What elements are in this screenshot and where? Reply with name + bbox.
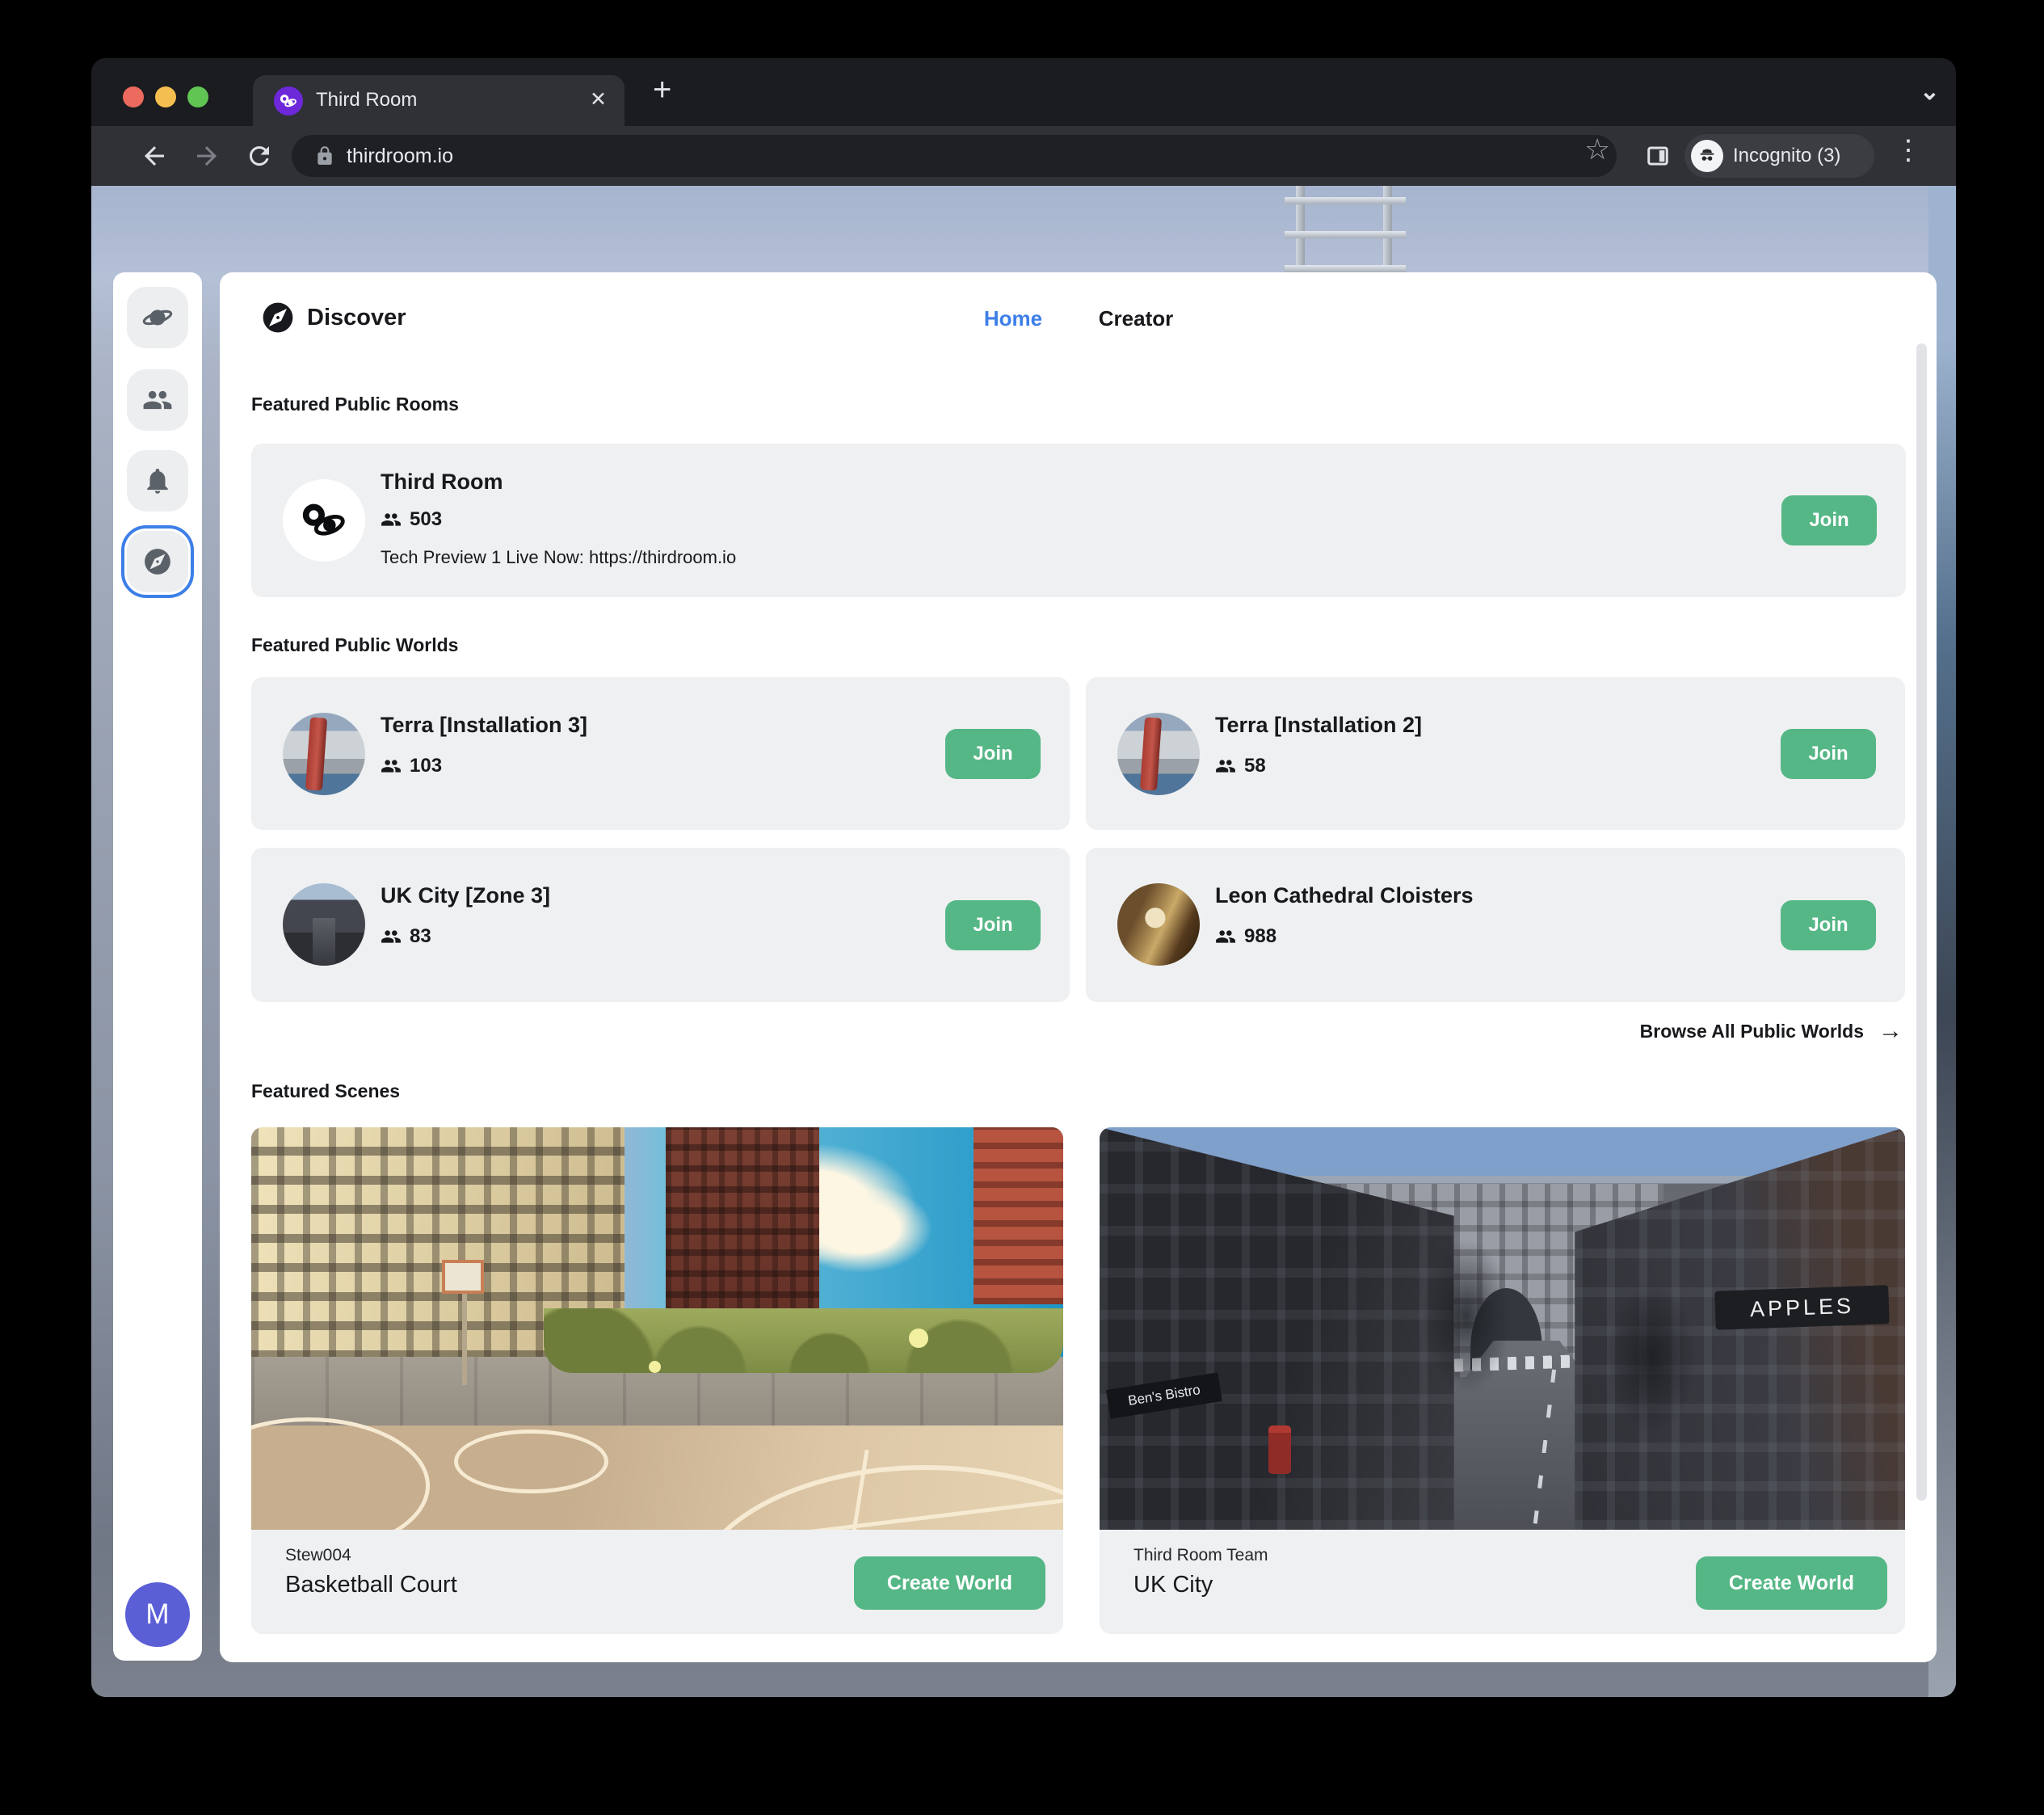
tab-title: Third Room: [316, 89, 417, 112]
section-heading-scenes: Featured Scenes: [251, 1080, 400, 1102]
planet-icon: [142, 302, 173, 333]
sidebar-item-worlds[interactable]: [127, 287, 188, 348]
browser-window: Third Room ✕ + ⌄ thirdroom.io ☆: [91, 58, 1956, 1697]
member-count-value: 103: [410, 755, 442, 777]
overflow-menu-icon[interactable]: ⋮: [1895, 134, 1922, 166]
member-count-value: 58: [1244, 755, 1266, 777]
join-button[interactable]: Join: [945, 729, 1041, 779]
tab-strip: Third Room ✕ + ⌄: [91, 58, 1956, 126]
world-avatar: [1117, 713, 1200, 795]
section-heading-worlds: Featured Public Worlds: [251, 634, 458, 656]
members-icon: [381, 756, 402, 777]
scene-sign-apples: APPLES: [1714, 1285, 1890, 1329]
member-count: 58: [1215, 755, 1266, 777]
thirdroom-favicon-icon: [274, 86, 303, 116]
join-button[interactable]: Join: [1781, 900, 1876, 950]
tab-creator[interactable]: Creator: [1099, 306, 1173, 331]
people-icon: [142, 385, 173, 415]
world-name: Leon Cathedral Cloisters: [1215, 883, 1474, 908]
url-text: thirdroom.io: [347, 135, 453, 177]
room-name: Third Room: [381, 470, 503, 495]
incognito-label: Incognito (3): [1733, 134, 1840, 178]
world-card[interactable]: Leon Cathedral Cloisters 988 Join: [1086, 848, 1905, 1002]
members-icon: [1215, 926, 1236, 947]
scene-card[interactable]: Stew004 Basketball Court Create World: [251, 1127, 1063, 1634]
side-panel-icon[interactable]: [1646, 144, 1670, 168]
room-description: Tech Preview 1 Live Now: https://thirdro…: [381, 547, 736, 568]
join-button[interactable]: Join: [1781, 729, 1876, 779]
members-icon: [381, 509, 402, 530]
discover-compass-icon: [260, 300, 296, 335]
sidebar-item-friends[interactable]: [127, 369, 188, 431]
member-count-value: 988: [1244, 925, 1276, 948]
arrow-right-icon: →: [1878, 1017, 1903, 1045]
member-count-value: 503: [410, 508, 442, 531]
scene-preview-basketball: [251, 1127, 1063, 1530]
member-count: 988: [1215, 925, 1276, 948]
scene-card[interactable]: APPLES Ben's Bistro Third Room Team UK C…: [1100, 1127, 1905, 1634]
member-count-value: 83: [410, 925, 431, 948]
scene-author: Third Room Team: [1133, 1546, 1268, 1565]
scene-name: Basketball Court: [285, 1572, 457, 1598]
scene-author: Stew004: [285, 1546, 351, 1565]
member-count: 83: [381, 925, 431, 948]
sidebar: M: [113, 272, 202, 1661]
browse-all-worlds-link[interactable]: Browse All Public Worlds →: [1640, 1017, 1903, 1045]
window-close-button[interactable]: [123, 86, 144, 107]
discover-panel: Discover Home Creator Featured Public Ro…: [220, 272, 1937, 1662]
browser-tab[interactable]: Third Room ✕: [253, 75, 625, 126]
create-world-button[interactable]: Create World: [854, 1556, 1045, 1610]
tab-search-chevron-icon[interactable]: ⌄: [1920, 78, 1940, 106]
world-card[interactable]: UK City [Zone 3] 83 Join: [251, 848, 1070, 1002]
lock-icon: [314, 145, 335, 166]
member-count: 103: [381, 755, 442, 777]
incognito-badge: Incognito (3): [1684, 134, 1874, 178]
create-world-button[interactable]: Create World: [1696, 1556, 1887, 1610]
world-name: UK City [Zone 3]: [381, 883, 550, 908]
incognito-spy-icon: [1691, 140, 1723, 172]
discover-title: Discover: [307, 305, 406, 331]
reload-icon[interactable]: [245, 141, 274, 171]
browser-toolbar: thirdroom.io ☆ Incognito (3) ⋮: [91, 126, 1956, 186]
window-minimize-button[interactable]: [155, 86, 176, 107]
sidebar-item-notifications[interactable]: [127, 450, 188, 512]
panel-scrollbar[interactable]: [1916, 343, 1927, 1501]
forward-icon[interactable]: [192, 141, 221, 171]
join-button[interactable]: Join: [1781, 495, 1877, 545]
room-avatar: [283, 479, 365, 562]
world-avatar: [283, 883, 365, 966]
background-scaffold: [1285, 186, 1406, 281]
sidebar-item-discover[interactable]: [127, 531, 188, 592]
scene-name: UK City: [1133, 1572, 1213, 1598]
bell-icon: [142, 465, 173, 496]
postbox: [1268, 1425, 1291, 1474]
world-name: Terra [Installation 3]: [381, 713, 587, 738]
section-heading-rooms: Featured Public Rooms: [251, 394, 459, 415]
members-icon: [381, 926, 402, 947]
close-tab-icon[interactable]: ✕: [590, 87, 607, 112]
user-avatar[interactable]: M: [125, 1582, 190, 1647]
page-background: Home M: [91, 186, 1956, 1697]
world-avatar: [1117, 883, 1200, 966]
world-name: Terra [Installation 2]: [1215, 713, 1422, 738]
members-icon: [1215, 756, 1236, 777]
browse-all-worlds-label: Browse All Public Worlds: [1640, 1021, 1864, 1042]
world-avatar: [283, 713, 365, 795]
compass-icon: [142, 546, 173, 577]
back-icon[interactable]: [140, 141, 169, 171]
room-card[interactable]: Third Room 503 Tech Preview 1 Live Now: …: [251, 444, 1906, 597]
window-zoom-button[interactable]: [187, 86, 208, 107]
world-card[interactable]: Terra [Installation 2] 58 Join: [1086, 677, 1905, 830]
tab-home[interactable]: Home: [984, 306, 1042, 331]
member-count: 503: [381, 508, 442, 531]
world-card[interactable]: Terra [Installation 3] 103 Join: [251, 677, 1070, 830]
bookmark-star-icon[interactable]: ☆: [1584, 133, 1610, 166]
scene-preview-ukcity: APPLES Ben's Bistro: [1100, 1127, 1905, 1530]
new-tab-button[interactable]: +: [653, 72, 671, 108]
join-button[interactable]: Join: [945, 900, 1041, 950]
url-bar[interactable]: thirdroom.io: [292, 135, 1617, 177]
